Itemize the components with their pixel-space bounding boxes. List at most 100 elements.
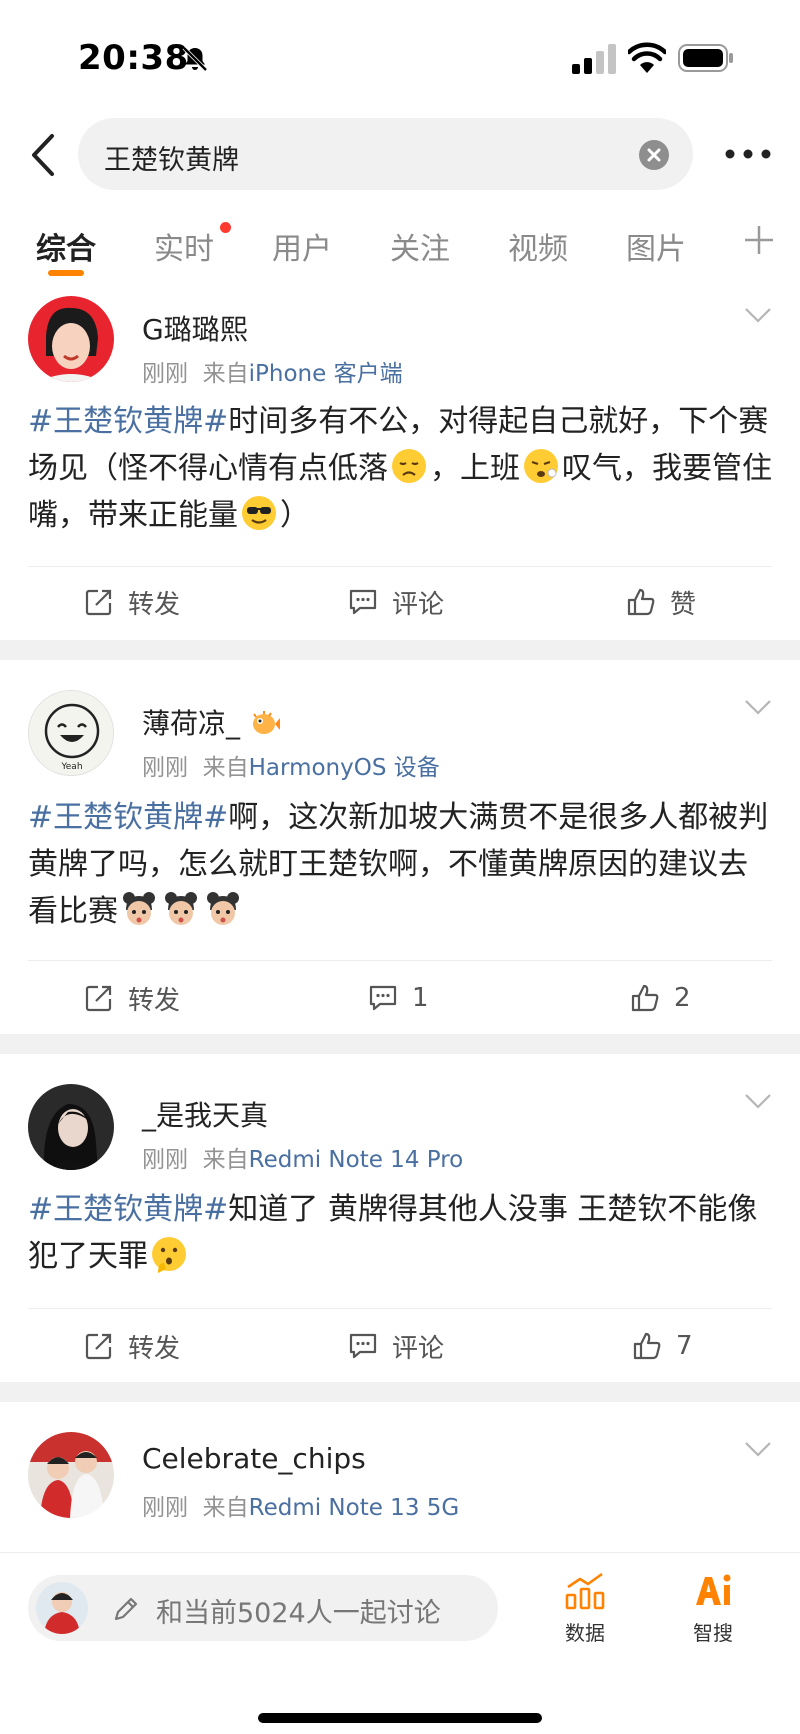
tab-images[interactable]: 图片 (626, 224, 686, 268)
post-card[interactable]: _是我天真 刚刚 来自Redmi Note 14 Pro #王楚钦黄牌#知道了 … (0, 1054, 800, 1382)
comment-icon (349, 589, 377, 615)
ai-icon (696, 1574, 731, 1605)
doll-emoji-icon (207, 892, 239, 925)
doll-emoji-icon (165, 892, 197, 925)
post-content: #王楚钦黄牌#时间多有不公，对得起自己就好，下个赛场见（怪不得心情有点低落 ，上班… (28, 398, 776, 539)
hashtag-link[interactable]: #王楚钦黄牌# (28, 800, 228, 835)
like-count: 7 (676, 1331, 693, 1361)
like-button[interactable]: 7 (632, 1326, 693, 1366)
svg-text:Yeah: Yeah (60, 762, 82, 772)
disappointed-emoji-icon (392, 449, 426, 483)
data-label: 数据 (565, 1621, 605, 1645)
active-tab-indicator (48, 270, 84, 276)
avatar[interactable]: Yeah (28, 690, 114, 776)
like-button[interactable]: 2 (630, 978, 691, 1018)
chevron-down-icon[interactable] (744, 698, 772, 716)
chart-icon (565, 1572, 605, 1610)
repost-label: 转发 (128, 1333, 181, 1364)
comment-count: 1 (412, 983, 429, 1013)
discuss-placeholder: 和当前5024人一起讨论 (156, 1598, 441, 1629)
repost-label: 转发 (128, 589, 181, 620)
post-source[interactable]: Redmi Note 14 Pro (249, 1147, 464, 1173)
more-options-button[interactable] (722, 140, 774, 168)
comment-icon (349, 1333, 377, 1359)
thumbs-up-icon (631, 984, 659, 1012)
back-button[interactable] (22, 130, 66, 180)
post-separator (0, 1382, 800, 1402)
cool-sunglasses-emoji-icon (242, 496, 276, 530)
repost-button[interactable]: 转发 (84, 978, 180, 1018)
tab-following[interactable]: 关注 (390, 224, 450, 268)
add-tab-icon[interactable] (741, 222, 777, 258)
thumbs-up-icon (627, 588, 655, 616)
repost-icon (85, 589, 112, 616)
post-card[interactable]: G璐璐熙 刚刚 来自iPhone 客户端 #王楚钦黄牌#时间多有不公，对得起自己… (0, 280, 800, 640)
username-text: 薄荷凉_ (142, 707, 241, 740)
chevron-down-icon[interactable] (744, 1092, 772, 1110)
post-source[interactable]: Redmi Note 13 5G (249, 1495, 460, 1521)
ai-search-label: 智搜 (693, 1621, 733, 1645)
post-meta: 刚刚 来自Redmi Note 14 Pro (142, 1140, 463, 1174)
new-content-dot (220, 222, 231, 233)
wifi-icon (628, 42, 666, 73)
discuss-input[interactable]: 和当前5024人一起讨论 (28, 1575, 498, 1641)
repost-icon (85, 1333, 112, 1360)
post-separator (0, 1034, 800, 1054)
data-button[interactable]: 数据 (545, 1571, 625, 1646)
source-prefix: 来自 (202, 361, 249, 387)
ai-search-button[interactable]: 智搜 (673, 1571, 753, 1646)
username[interactable]: _是我天真 (142, 1094, 268, 1134)
post-card[interactable]: Yeah 薄荷凉_ 刚刚 来自HarmonyOS 设备 #王楚钦黄牌#啊，这次新… (0, 660, 800, 1034)
comment-button[interactable]: 评论 (348, 1326, 444, 1366)
username[interactable]: 薄荷凉_ (142, 702, 281, 742)
post-text: ，上班 (430, 451, 520, 486)
username[interactable]: Celebrate_chips (142, 1442, 366, 1475)
hashtag-link[interactable]: #王楚钦黄牌# (28, 1192, 228, 1227)
post-source[interactable]: iPhone 客户端 (249, 361, 403, 387)
divider (28, 960, 772, 961)
username[interactable]: G璐璐熙 (142, 308, 248, 348)
thumbs-up-icon (633, 1332, 661, 1360)
divider (28, 566, 772, 567)
like-label: 赞 (670, 589, 697, 620)
hashtag-link[interactable]: #王楚钦黄牌# (28, 404, 228, 439)
tab-realtime[interactable]: 实时 (154, 224, 214, 268)
repost-button[interactable]: 转发 (84, 582, 180, 622)
avatar[interactable] (28, 1084, 114, 1170)
like-button[interactable]: 赞 (626, 582, 696, 622)
cellular-signal-icon (572, 44, 616, 74)
comment-button[interactable]: 评论 (348, 582, 444, 622)
comment-label: 评论 (392, 589, 445, 620)
avatar (36, 1582, 88, 1634)
post-text: ） (280, 498, 310, 533)
comment-button[interactable]: 1 (368, 978, 429, 1018)
pencil-icon (114, 1597, 138, 1621)
bottom-bar: 和当前5024人一起讨论 数据 智搜 (0, 1552, 800, 1734)
tab-users[interactable]: 用户 (272, 224, 332, 268)
like-count: 2 (674, 983, 691, 1013)
post-content: #王楚钦黄牌#啊，这次新加坡大满贯不是很多人都被判黄牌了吗，怎么就盯王楚钦啊，不… (28, 794, 776, 935)
clear-search-button[interactable] (639, 140, 669, 170)
tab-videos[interactable]: 视频 (508, 224, 568, 268)
post-time: 刚刚 (142, 1147, 188, 1173)
avatar[interactable] (28, 296, 114, 382)
post-content: #王楚钦黄牌#知道了 黄牌得其他人没事 王楚钦不能像犯了天罪 (28, 1186, 776, 1280)
status-bar: 20:38 (0, 0, 800, 110)
post-source[interactable]: HarmonyOS 设备 (249, 755, 440, 781)
source-prefix: 来自 (202, 1147, 249, 1173)
tab-comprehensive[interactable]: 综合 (36, 224, 96, 268)
chevron-down-icon[interactable] (744, 306, 772, 324)
doll-emoji-icon (123, 892, 155, 925)
search-query: 王楚钦黄牌 (104, 145, 239, 176)
repost-button[interactable]: 转发 (84, 1326, 180, 1366)
search-input[interactable]: 王楚钦黄牌 (78, 118, 693, 190)
post-time: 刚刚 (142, 361, 188, 387)
comment-label: 评论 (392, 1333, 445, 1364)
post-time: 刚刚 (142, 755, 188, 781)
post-card[interactable]: Celebrate_chips 刚刚 来自Redmi Note 13 5G (0, 1402, 800, 1552)
post-meta: 刚刚 来自Redmi Note 13 5G (142, 1488, 459, 1522)
avatar[interactable] (28, 1432, 114, 1518)
repost-label: 转发 (128, 985, 181, 1016)
chevron-down-icon[interactable] (744, 1440, 772, 1458)
post-separator (0, 640, 800, 660)
